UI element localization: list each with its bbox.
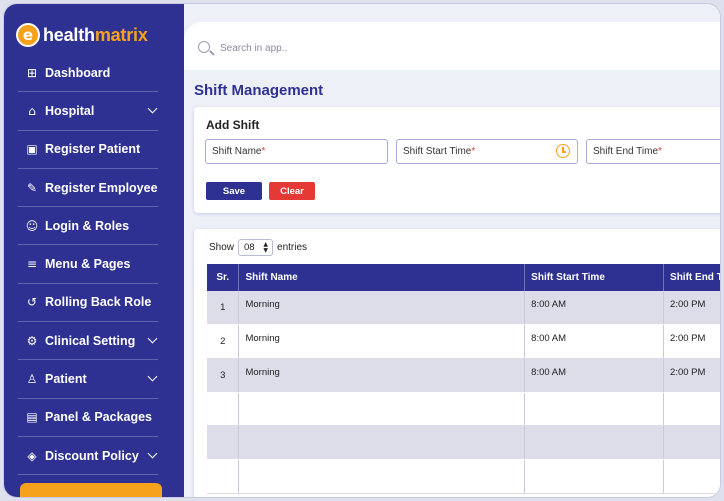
users-icon: ☺: [25, 218, 39, 233]
table-cell: 2: [207, 324, 240, 359]
sidebar-item-discount-policy[interactable]: ◈ Discount Policy: [18, 437, 158, 476]
brand-logo[interactable]: e healthmatrix: [16, 22, 148, 48]
page-size-control: Show 08 ▲ ▼ entries: [209, 239, 308, 256]
column-header[interactable]: Shift Name: [238, 264, 526, 291]
shift-name-field[interactable]: Shift Name *: [205, 139, 388, 164]
page-size-select[interactable]: 08 ▲ ▼: [238, 239, 274, 256]
column-header[interactable]: Shift Start Time: [524, 264, 665, 291]
table-row[interactable]: [207, 392, 720, 427]
table-cell: 2:00 PM: [663, 358, 720, 393]
table-cell: [524, 425, 665, 460]
column-header[interactable]: Shift End Ti: [663, 264, 720, 291]
table-cell: 2:00 PM: [663, 324, 720, 359]
table-cell: [238, 392, 526, 427]
stepper-icon: ▲ ▼: [263, 241, 269, 254]
table-cell: [524, 459, 665, 494]
table-cell: [238, 425, 526, 460]
table-cell: [207, 459, 240, 494]
table-cell: [663, 425, 720, 460]
sidebar-item-label: Register Employee: [45, 180, 158, 195]
table-row[interactable]: 1 Morning 8:00 AM 2:00 PM: [207, 291, 720, 326]
sidebar-item-label: Hospital: [45, 103, 95, 118]
table-cell: 1: [207, 291, 240, 326]
table-cell: Morning: [238, 324, 526, 359]
sidebar-item-patient[interactable]: ♙ Patient: [18, 360, 158, 399]
sidebar: e healthmatrix ⊞ Dashboard ⌂ Hospital ▣ Regis…: [4, 4, 184, 497]
table-row[interactable]: [207, 459, 720, 494]
save-button[interactable]: Save: [206, 182, 262, 200]
table-cell: 8:00 AM: [524, 291, 665, 326]
sidebar-item-label: Register Patient: [45, 142, 141, 157]
sidebar-item-panel-packages[interactable]: ▤ Panel & Packages: [18, 399, 158, 437]
chevron-down-icon[interactable]: [147, 371, 158, 382]
gear-icon: ⚙: [26, 333, 38, 348]
table-cell: [238, 459, 526, 494]
table-cell: [524, 392, 665, 427]
tag-icon: ◈: [27, 448, 37, 463]
sidebar-item-login-roles[interactable]: ☺ Login & Roles: [18, 207, 158, 246]
sidebar-item-clinical-setting[interactable]: ⚙ Clinical Setting: [18, 322, 158, 361]
edit-icon: ✎: [26, 180, 38, 195]
sidebar-item-rolling-back-role[interactable]: ↺ Rolling Back Role: [18, 284, 158, 323]
table-body: 1 Morning 8:00 AM 2:00 PM 2 Morning 8:00 AM 2:0…: [207, 291, 720, 494]
sidebar-item-label: Discount Policy: [45, 448, 139, 463]
sidebar-item-register-patient[interactable]: ▣ Register Patient: [18, 131, 158, 169]
briefcase-icon: ▣: [26, 142, 38, 157]
table-cell: [207, 392, 240, 427]
chevron-down-icon[interactable]: [147, 448, 158, 459]
table-cell: Morning: [238, 358, 526, 393]
sidebar-item-menu-pages[interactable]: ≡ Menu & Pages: [18, 245, 158, 284]
shift-table-card: Show 08 ▲ ▼ entries Sr. Shift Name Shift St…: [194, 229, 720, 497]
sidebar-item-label: Menu & Pages: [45, 257, 131, 272]
bank-icon: ⌂: [28, 103, 36, 118]
table-cell: Morning: [238, 291, 526, 326]
grid-icon: ⊞: [26, 65, 38, 80]
sidebar-item-dashboard[interactable]: ⊞ Dashboard: [18, 54, 158, 93]
shift-end-time-field[interactable]: Shift End Time *: [586, 139, 720, 164]
table-cell: 8:00 AM: [524, 358, 665, 393]
logo-mark-icon: e: [16, 23, 40, 47]
sidebar-item-label: Patient: [45, 372, 87, 387]
package-icon: ▤: [26, 410, 38, 425]
table-row[interactable]: 3 Morning 8:00 AM 2:00 PM: [207, 358, 720, 393]
clock-icon[interactable]: [556, 144, 570, 158]
search-icon: [198, 41, 210, 53]
table-cell: 8:00 AM: [524, 324, 665, 359]
brand-name: healthmatrix: [43, 24, 148, 45]
sidebar-item-label: Clinical Setting: [45, 333, 136, 348]
user-icon: ♙: [26, 372, 38, 387]
add-shift-card: Add Shift Shift Name * Shift Start Time * …: [194, 107, 720, 213]
table-cell: [663, 392, 720, 427]
table-row[interactable]: 2 Morning 8:00 AM 2:00 PM: [207, 324, 720, 359]
undo-icon: ↺: [26, 295, 38, 310]
table-cell: 2:00 PM: [663, 291, 720, 326]
table-cell: [663, 459, 720, 494]
sidebar-item-register-employee[interactable]: ✎ Register Employee: [18, 169, 158, 208]
sidebar-menu: ⊞ Dashboard ⌂ Hospital ▣ Register Patient ✎ Reg…: [18, 54, 158, 476]
add-shift-title: Add Shift: [206, 118, 260, 132]
table-cell: 3: [207, 358, 240, 393]
sidebar-item-hospital[interactable]: ⌂ Hospital: [18, 92, 158, 131]
sidebar-item-label: Rolling Back Role: [45, 295, 152, 310]
top-bar: [184, 22, 720, 70]
table-header-row: Sr. Shift Name Shift Start Time Shift End T…: [207, 264, 720, 291]
page-title: Shift Management: [194, 82, 324, 99]
sidebar-item-label: Panel & Packages: [45, 410, 153, 425]
sidebar-item-label: Login & Roles: [45, 218, 130, 233]
table-cell: [207, 425, 240, 460]
table-row[interactable]: [207, 425, 720, 460]
search-input[interactable]: [220, 38, 520, 58]
shift-start-time-field[interactable]: Shift Start Time *: [396, 139, 578, 164]
chevron-down-icon[interactable]: [147, 333, 158, 344]
shift-table: Sr. Shift Name Shift Start Time Shift End T…: [207, 264, 720, 494]
chevron-down-icon[interactable]: [147, 103, 158, 114]
sidebar-active-item[interactable]: [20, 483, 162, 497]
clear-button[interactable]: Clear: [269, 182, 315, 200]
column-header[interactable]: Sr.: [207, 264, 240, 291]
app-window: e healthmatrix ⊞ Dashboard ⌂ Hospital ▣ Regis…: [3, 3, 721, 498]
menu-icon: ≡: [26, 257, 38, 272]
sidebar-item-label: Dashboard: [45, 65, 111, 80]
